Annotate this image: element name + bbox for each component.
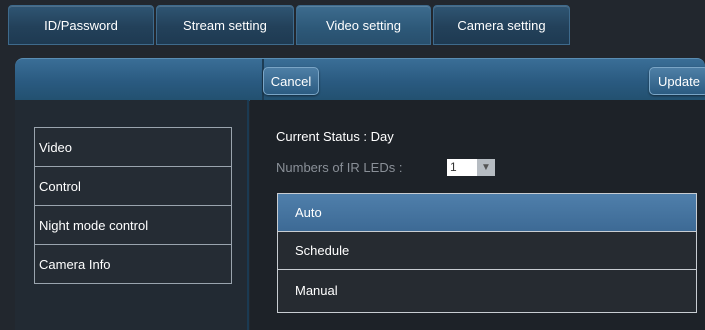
app-frame: ID/Password Stream setting Video setting… xyxy=(0,0,705,330)
sidebar-item-video[interactable]: Video xyxy=(35,128,231,167)
option-schedule[interactable]: Schedule xyxy=(278,232,696,270)
current-status: Current Status : Day xyxy=(276,129,394,144)
cancel-button[interactable]: Cancel xyxy=(263,67,319,95)
option-auto[interactable]: Auto xyxy=(278,194,696,232)
ir-leds-select[interactable]: 1 ▼ xyxy=(447,159,495,176)
tab-video-setting[interactable]: Video setting xyxy=(295,5,431,45)
sidebar-item-control[interactable]: Control xyxy=(35,167,231,206)
ir-leds-label: Numbers of IR LEDs : xyxy=(276,160,403,175)
tab-id-password[interactable]: ID/Password xyxy=(8,5,154,45)
tab-bar-filler xyxy=(570,5,705,45)
sidebar-item-night-mode-control[interactable]: Night mode control xyxy=(35,206,231,245)
night-mode-listbox: Auto Schedule Manual xyxy=(277,193,697,313)
ir-leds-value: 1 xyxy=(447,159,477,176)
sidebar-item-camera-info[interactable]: Camera Info xyxy=(35,245,231,283)
sidebar-menu: Video Control Night mode control Camera … xyxy=(34,127,232,284)
tab-camera-setting[interactable]: Camera setting xyxy=(432,5,570,45)
option-manual[interactable]: Manual xyxy=(278,270,696,310)
toolbar: Cancel Update xyxy=(15,58,705,101)
update-button[interactable]: Update xyxy=(649,67,705,95)
chevron-down-icon[interactable]: ▼ xyxy=(477,159,495,176)
tab-stream-setting[interactable]: Stream setting xyxy=(155,5,294,45)
tab-bar: ID/Password Stream setting Video setting… xyxy=(8,5,570,45)
